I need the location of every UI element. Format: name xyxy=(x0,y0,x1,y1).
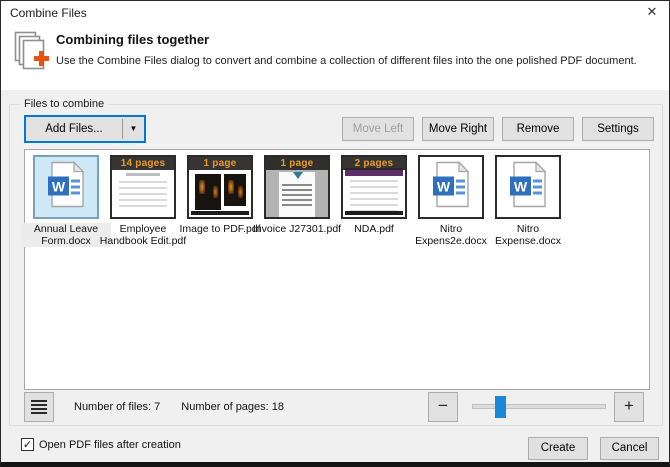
move-right-button[interactable]: Move Right xyxy=(422,117,494,141)
word-document-icon: W xyxy=(45,161,87,214)
svg-text:W: W xyxy=(437,179,451,195)
photo-image xyxy=(195,174,221,210)
thumbnail-row: W Annual Leave Form.docx xyxy=(33,155,561,247)
thumbnail-text-lines xyxy=(119,181,167,211)
dialog-header: Combining files together Use the Combine… xyxy=(1,24,669,90)
pdf-file-thumbnail: 1 page xyxy=(264,155,330,219)
photo-image xyxy=(224,174,246,206)
group-label: Files to combine xyxy=(20,98,108,110)
open-pdf-checkbox-label: Open PDF files after creation xyxy=(39,439,181,451)
thumbnail-footer-bar xyxy=(345,211,403,215)
thumbnail-photos xyxy=(193,174,247,209)
zoom-in-button[interactable]: + xyxy=(614,392,644,422)
thumbnail-text-line xyxy=(126,173,160,176)
open-pdf-checkbox[interactable]: ✓ xyxy=(21,438,34,451)
thumbnail-text-lines xyxy=(350,180,398,211)
file-thumbnail-list[interactable]: W Annual Leave Form.docx xyxy=(24,149,650,390)
page-count-badge: 14 pages xyxy=(112,157,174,170)
add-files-split-button: Add Files... ▼ xyxy=(24,115,146,143)
pages-count-value: 18 xyxy=(272,401,284,413)
chevron-down-icon: ▼ xyxy=(130,124,138,133)
word-document-icon: W xyxy=(507,161,549,214)
page-count-badge: 1 page xyxy=(266,157,328,170)
file-name-label: Nitro Expense.docx xyxy=(483,223,573,247)
invoice-page xyxy=(279,172,315,217)
dialog-description: Use the Combine Files dialog to convert … xyxy=(56,55,637,67)
create-button[interactable]: Create xyxy=(528,437,588,460)
invoice-logo-shape xyxy=(293,172,303,179)
svg-text:W: W xyxy=(52,179,66,195)
file-item-nda[interactable]: 2 pages NDA.pdf xyxy=(341,155,407,247)
list-view-button[interactable] xyxy=(24,392,54,422)
move-left-button[interactable]: Move Left xyxy=(342,117,414,141)
pdf-file-thumbnail: 14 pages xyxy=(110,155,176,219)
pages-count-label: Number of pages: xyxy=(181,401,268,413)
remove-button[interactable]: Remove xyxy=(502,117,574,141)
invoice-table-rows xyxy=(282,184,312,207)
files-count-value: 7 xyxy=(154,401,160,413)
word-file-thumbnail: W xyxy=(495,155,561,219)
zoom-out-button[interactable]: − xyxy=(428,392,458,422)
page-count-badge: 1 page xyxy=(189,157,251,170)
close-icon[interactable]: ✕ xyxy=(635,1,669,24)
status-counts: Number of files: 7 Number of pages: 18 xyxy=(74,401,302,413)
combine-files-dialog: Combine Files ✕ Combining files together… xyxy=(0,0,670,467)
files-to-combine-group: Files to combine Add Files... ▼ Move Lef… xyxy=(9,104,663,426)
file-item-invoice[interactable]: 1 page Invoice J27301.pdf xyxy=(264,155,330,247)
add-files-button[interactable]: Add Files... xyxy=(26,117,122,141)
minus-icon: − xyxy=(438,396,448,415)
pdf-file-thumbnail: 2 pages xyxy=(341,155,407,219)
slider-thumb[interactable] xyxy=(495,396,506,418)
open-pdf-checkbox-row: ✓ Open PDF files after creation xyxy=(21,438,181,451)
file-item-nitro-expense[interactable]: W Nitro Expense.docx xyxy=(495,155,561,247)
combine-files-icon xyxy=(13,31,49,80)
title-bar: Combine Files ✕ xyxy=(1,1,669,24)
cancel-button[interactable]: Cancel xyxy=(600,437,659,460)
word-file-thumbnail: W xyxy=(33,155,99,219)
window-title: Combine Files xyxy=(10,6,87,20)
file-item-employee-handbook[interactable]: 14 pages Employee Handbook Edit.pdf xyxy=(110,155,176,247)
word-document-icon: W xyxy=(430,161,472,214)
svg-text:W: W xyxy=(514,179,528,195)
files-count-label: Number of files: xyxy=(74,401,151,413)
plus-icon: + xyxy=(624,396,634,415)
dialog-heading: Combining files together xyxy=(56,32,209,47)
thumbnail-footer-bar xyxy=(191,211,249,215)
settings-button[interactable]: Settings xyxy=(582,117,654,141)
pdf-file-thumbnail: 1 page xyxy=(187,155,253,219)
file-item-nitro-expens2e[interactable]: W Nitro Expens2e.docx xyxy=(418,155,484,247)
file-item-annual-leave[interactable]: W Annual Leave Form.docx xyxy=(33,155,99,247)
hamburger-icon xyxy=(31,400,47,414)
word-file-thumbnail: W xyxy=(418,155,484,219)
thumbnail-size-slider[interactable] xyxy=(472,404,606,409)
file-item-image-to-pdf[interactable]: 1 page Image to PDF.pdf xyxy=(187,155,253,247)
page-count-badge: 2 pages xyxy=(343,157,405,170)
add-files-dropdown-button[interactable]: ▼ xyxy=(123,117,144,141)
